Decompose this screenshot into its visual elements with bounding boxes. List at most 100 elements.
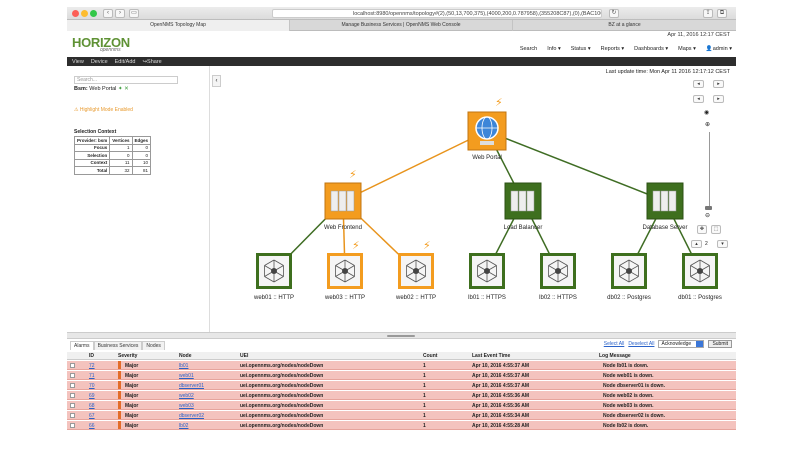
col-severity[interactable]: Severity [118,353,137,359]
deselect-all-link[interactable]: Deselect All [628,341,654,347]
back-icon[interactable]: ‹ [103,9,113,18]
menu-dashboards[interactable]: Dashboards ▾ [634,46,668,52]
menu-maps[interactable]: Maps ▾ [678,46,696,52]
col-node[interactable]: Node [179,353,192,359]
node-load-balancer[interactable] [504,182,542,220]
alarm-node-link[interactable]: web01 [179,373,194,379]
table-row[interactable]: 72 Major lb01 uei.opennms.org/nodes/nodeDow… [67,361,736,370]
alarm-node-link[interactable]: dbserver01 [179,383,204,389]
menu-search[interactable]: Search [520,46,537,52]
select-all-link[interactable]: Select All [604,341,625,347]
bsm-label: Bsm: [74,86,88,92]
menu-info[interactable]: Info ▾ [547,46,560,52]
alarm-message: Node web02 is down. [603,393,654,399]
tab-alarms[interactable]: Alarms [70,341,94,350]
menu-admin[interactable]: 👤admin ▾ [706,46,732,52]
alarm-id[interactable]: 71 [89,373,95,379]
alarm-id-link[interactable]: 67 [89,413,95,419]
alarm-count: 1 [423,403,426,409]
label-web-frontend: Web Frontend [324,225,362,231]
table-row[interactable]: 71 Major web01 uei.opennms.org/nodes/nodeDo… [67,371,736,380]
alarm-node[interactable]: web01 [179,373,194,379]
close-window-icon[interactable] [72,10,79,17]
alarm-id[interactable]: 70 [89,383,95,389]
alarm-node[interactable]: web02 [179,393,194,399]
address-bar[interactable]: localhost:8980/opennms/topology#(2),(50,… [272,9,602,18]
tabs-overview-icon[interactable]: ⧉ [717,9,727,18]
toolbar-view[interactable]: View [72,59,84,65]
collapse-panel-icon[interactable]: ‹ [212,75,221,87]
alarm-time: Apr 10, 2016 4:55:37 AM [472,363,530,369]
alarm-id[interactable]: 72 [89,363,95,369]
node-web-portal[interactable]: ⚡ [467,96,507,151]
alarm-node-link[interactable]: web03 [179,403,194,409]
row-checkbox[interactable] [70,383,75,388]
alarm-time: Apr 10, 2016 4:55:34 AM [472,413,530,419]
table-row[interactable]: 68 Major web03 uei.opennms.org/nodes/nodeDo… [67,401,736,410]
alarm-id-link[interactable]: 72 [89,363,95,369]
alarm-id[interactable]: 68 [89,403,95,409]
alarm-id-link[interactable]: 71 [89,373,95,379]
node-database-server[interactable] [646,182,684,220]
tab-topology-map[interactable]: OpenNMS Topology Map [67,20,290,31]
forward-icon[interactable]: › [115,9,125,18]
row-checkbox[interactable] [70,403,75,408]
ack-select[interactable]: Acknowledge [658,340,705,348]
row-checkbox[interactable] [70,373,75,378]
tab-business-services[interactable]: Manage Business Services | OpenNMS Web C… [290,20,513,31]
row-checkbox[interactable] [70,393,75,398]
menu-status[interactable]: Status ▾ [571,46,591,52]
alarm-id-link[interactable]: 66 [89,423,95,429]
col-last-event[interactable]: Last Event Time [472,353,510,359]
node-web-frontend[interactable]: ⚡ [324,168,362,220]
col-uei[interactable]: UEI [240,353,248,359]
alarm-node[interactable]: lb02 [179,423,188,429]
col-id[interactable]: ID [89,353,94,359]
table-row[interactable]: 70 Major dbserver01 uei.opennms.org/nodes/n… [67,381,736,390]
tab-bz-glance[interactable]: BZ at a glance [513,20,736,31]
alarm-message: Node dbserver02 is down. [603,413,665,419]
reload-icon[interactable]: ↻ [609,9,619,18]
toolbar-device[interactable]: Device [91,59,108,65]
alarm-node[interactable]: web03 [179,403,194,409]
panel-splitter[interactable] [67,332,736,339]
alarm-node-link[interactable]: lb01 [179,363,188,369]
ctx-row: Focus 1 0 [73,143,152,152]
topology-canvas[interactable]: Last update time: Mon Apr 11 2016 12:17:… [221,66,736,332]
alarm-id[interactable]: 66 [89,423,95,429]
toolbar-share[interactable]: ↪Share [142,59,161,65]
star-icon[interactable]: ✦ [118,86,123,92]
menu-reports[interactable]: Reports ▾ [601,46,625,52]
row-checkbox[interactable] [70,423,75,428]
alarm-node[interactable]: dbserver02 [179,413,204,419]
alarm-node-link[interactable]: web02 [179,393,194,399]
tab-nodes[interactable]: Nodes [142,341,165,350]
row-checkbox[interactable] [70,363,75,368]
table-row[interactable]: 67 Major dbserver02 uei.opennms.org/nodes/n… [67,411,736,420]
remove-focus-icon[interactable]: ✕ [124,86,129,92]
left-panel: Search... Bsm: Web Portal ✦ ✕ ⚠ Highligh… [67,66,210,332]
alarm-node-link[interactable]: lb02 [179,423,188,429]
table-row[interactable]: 66 Major lb02 uei.opennms.org/nodes/nodeDow… [67,421,736,430]
alarm-id-link[interactable]: 70 [89,383,95,389]
submit-button[interactable]: Submit [708,340,732,348]
alarm-id[interactable]: 67 [89,413,95,419]
alarm-id-link[interactable]: 68 [89,403,95,409]
maximize-window-icon[interactable] [90,10,97,17]
alarm-node[interactable]: dbserver01 [179,383,204,389]
toolbar-edit[interactable]: Edit/Add [115,59,136,65]
table-row[interactable]: 69 Major web02 uei.opennms.org/nodes/nodeDo… [67,391,736,400]
col-log-message[interactable]: Log Message [599,353,631,359]
alarm-node-link[interactable]: dbserver02 [179,413,204,419]
share-icon[interactable]: ⇪ [703,9,713,18]
tab-business-services-bottom[interactable]: Business Services [93,341,143,350]
row-checkbox[interactable] [70,413,75,418]
alarm-id[interactable]: 69 [89,393,95,399]
ctx-header: Provider: bsm [73,136,111,145]
alarm-node[interactable]: lb01 [179,363,188,369]
alarm-id-link[interactable]: 69 [89,393,95,399]
minimize-window-icon[interactable] [81,10,88,17]
sidebar-icon[interactable]: ▭ [129,9,139,18]
search-input[interactable]: Search... [74,76,178,84]
col-count[interactable]: Count [423,353,437,359]
